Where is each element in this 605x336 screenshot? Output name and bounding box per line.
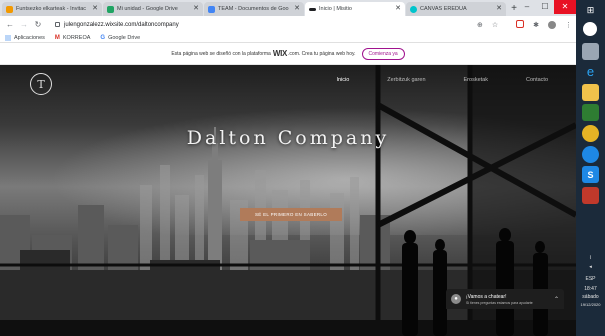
chat-text: ¡Vamos a chatear! Si tienes preguntas es… xyxy=(466,294,554,305)
canva-icon xyxy=(410,5,417,13)
volume-icon[interactable]: ◂ xyxy=(576,264,605,270)
bookmark-google-drive[interactable]: G Google Drive xyxy=(100,35,140,41)
extension-icon[interactable] xyxy=(507,19,525,30)
reload-icon[interactable]: ↻ xyxy=(32,20,44,29)
wix-banner-text: Esta página web se diseñó con la platafo… xyxy=(171,50,271,57)
chevron-up-icon[interactable]: ⌃ xyxy=(554,296,559,303)
wix-favicon-icon xyxy=(309,7,316,11)
website-hero: T Inicio Zerbitzuk garen Erosketak Conta… xyxy=(0,65,576,336)
language-indicator[interactable]: ESP xyxy=(576,276,605,282)
wix-banner-text-end: .com. Crea tu página web hoy. xyxy=(288,50,356,57)
close-icon[interactable]: ✕ xyxy=(496,5,502,12)
tab-0[interactable]: Funtsezko elkarteak - Invitac ✕ xyxy=(2,2,102,16)
profile-icon[interactable] xyxy=(548,20,556,29)
nav-item-inicio[interactable]: Inicio xyxy=(336,77,349,83)
chat-avatar-icon: ● xyxy=(451,294,461,304)
clock-time[interactable]: 18:47 xyxy=(576,286,605,292)
edge-new-icon[interactable] xyxy=(582,146,599,163)
chat-subtitle: Si tienes preguntas estamos para ayudart… xyxy=(466,300,533,305)
url-text: julengonzalezz.wixsite.com/daltoncompany xyxy=(64,21,179,28)
star-icon[interactable]: ☆ xyxy=(492,21,498,29)
bookmark-label: Aplicaciones xyxy=(14,34,45,41)
store-icon[interactable] xyxy=(582,104,599,121)
docs-icon xyxy=(208,5,215,13)
tab-title: TEAM - Documentos de Goo xyxy=(218,6,289,12)
close-icon[interactable]: ✕ xyxy=(395,5,401,12)
back-icon[interactable]: ← xyxy=(4,20,16,29)
bookmark-apps[interactable]: Aplicaciones xyxy=(5,34,45,41)
google-icon: G xyxy=(100,34,106,41)
close-icon[interactable]: ✕ xyxy=(294,5,300,12)
browser-window: Funtsezko elkarteak - Invitac ✕ Mi unida… xyxy=(0,0,576,336)
clock-date[interactable]: 19/12/2020 xyxy=(576,302,605,308)
tab-strip: Funtsezko elkarteak - Invitac ✕ Mi unida… xyxy=(0,0,576,16)
bookmark-label: Google Drive xyxy=(108,34,141,41)
nav-item-erosketak[interactable]: Erosketak xyxy=(464,77,488,83)
window-controls: – ☐ ✕ xyxy=(518,0,576,14)
tab-3[interactable]: Inicio | Misitio ✕ xyxy=(305,2,405,16)
edge-icon[interactable]: e xyxy=(582,63,599,80)
screen: Funtsezko elkarteak - Invitac ✕ Mi unida… xyxy=(0,0,605,336)
tab-title: Inicio | Misitio xyxy=(319,6,352,12)
site-logo[interactable]: T xyxy=(30,73,52,95)
chat-widget[interactable]: ● ¡Vamos a chatear! Si tienes preguntas … xyxy=(446,289,564,309)
nav-item-contacto[interactable]: Contacto xyxy=(526,77,548,83)
tab-title: Funtsezko elkarteak - Invitac xyxy=(16,6,87,12)
wix-logo: WIX xyxy=(272,49,288,58)
wix-banner: Esta página web se diseñó con la platafo… xyxy=(0,43,576,65)
office-icon[interactable] xyxy=(582,187,599,204)
network-icon[interactable]: ⌇ xyxy=(576,255,605,261)
folder-icon[interactable] xyxy=(582,84,599,101)
windows-taskbar: ⊞ e S ⌇ ◂ ESP 18:47 sábado 19/12/2020 xyxy=(576,0,605,336)
menu-icon[interactable]: ⋮ xyxy=(565,21,572,29)
chat-title: ¡Vamos a chatear! xyxy=(466,293,507,300)
minimize-button[interactable]: – xyxy=(518,0,536,14)
drive-icon xyxy=(107,5,114,13)
tab-title: CANVAS EREDUA xyxy=(420,6,467,12)
close-window-button[interactable]: ✕ xyxy=(554,0,576,14)
site-nav: Inicio Zerbitzuk garen Erosketak Contact… xyxy=(298,77,548,83)
file-manager-icon[interactable] xyxy=(582,43,599,60)
puzzle-icon[interactable]: ✱ xyxy=(533,21,539,29)
browser-toolbar: ← → ↻ julengonzalezz.wixsite.com/daltonc… xyxy=(0,16,576,33)
start-now-button[interactable]: Comienza ya xyxy=(361,47,405,60)
nav-item-zerbitzuk-garen[interactable]: Zerbitzuk garen xyxy=(387,77,425,83)
lock-icon[interactable] xyxy=(55,22,60,27)
site-header: T Inicio Zerbitzuk garen Erosketak Conta… xyxy=(0,65,576,103)
search-icon[interactable] xyxy=(583,22,597,36)
bookmarks-bar: Aplicaciones M KORREOA G Google Drive xyxy=(0,33,576,43)
gmail-icon: M xyxy=(54,34,60,41)
tab-2[interactable]: TEAM - Documentos de Goo ✕ xyxy=(204,2,304,16)
toolbar-actions: ⊕ ☆ ✱ ⋮ xyxy=(468,19,572,30)
address-bar[interactable]: julengonzalezz.wixsite.com/daltoncompany xyxy=(50,19,462,31)
hero-title: Dalton Company xyxy=(186,127,390,149)
clock-day[interactable]: sábado xyxy=(576,294,605,300)
skype-icon[interactable]: S xyxy=(582,166,599,183)
maximize-button[interactable]: ☐ xyxy=(536,0,554,14)
close-icon[interactable]: ✕ xyxy=(92,5,98,12)
favicon-icon xyxy=(6,5,13,13)
chrome-icon[interactable] xyxy=(582,125,599,142)
subscribe-button[interactable]: SÉ EL PRIMERO EN SABERLO xyxy=(240,208,342,221)
tab-1[interactable]: Mi unidad - Google Drive ✕ xyxy=(103,2,203,16)
bookmark-label: KORREOA xyxy=(62,34,91,41)
close-icon[interactable]: ✕ xyxy=(193,5,199,12)
tab-title: Mi unidad - Google Drive xyxy=(117,6,178,12)
windows-start-icon[interactable]: ⊞ xyxy=(582,2,599,19)
apps-grid-icon xyxy=(5,34,11,41)
bookmark-korreoa[interactable]: M KORREOA xyxy=(55,35,91,41)
zoom-icon[interactable]: ⊕ xyxy=(477,21,483,29)
tab-4[interactable]: CANVAS EREDUA ✕ xyxy=(406,2,506,16)
forward-icon[interactable]: → xyxy=(18,20,30,29)
